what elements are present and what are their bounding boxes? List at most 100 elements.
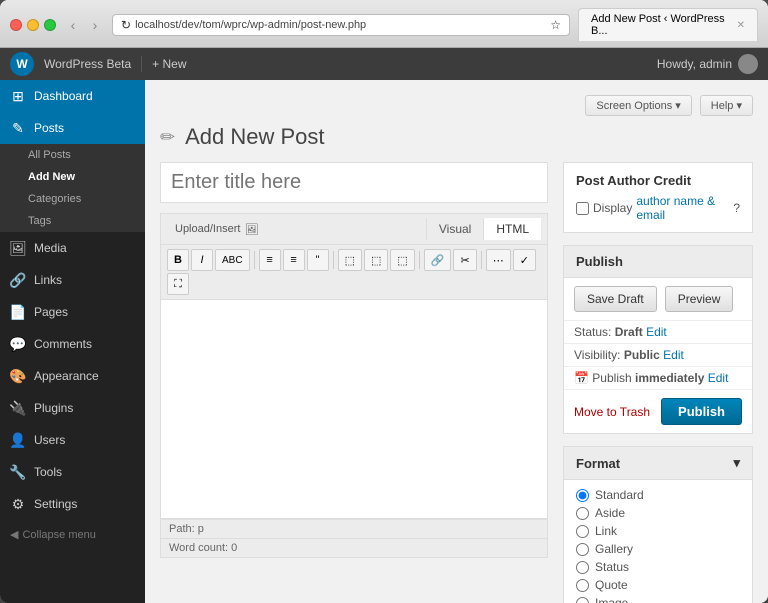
sidebar-item-label: Posts (34, 121, 64, 135)
format-body: Standard Aside Link (564, 480, 752, 603)
format-radio-gallery[interactable] (576, 543, 589, 556)
new-button[interactable]: + New (152, 57, 186, 71)
page-title-row: ✏ Add New Post (160, 124, 753, 150)
more-button[interactable]: ⋯ (486, 249, 511, 271)
site-name[interactable]: WordPress Beta (44, 57, 131, 71)
sidebar-item-links[interactable]: 🔗 Links (0, 264, 145, 296)
sidebar-item-label: Media (34, 241, 67, 255)
editor-area[interactable] (160, 299, 548, 519)
wp-logo[interactable]: W (10, 52, 34, 76)
tab-visual[interactable]: Visual (426, 218, 483, 240)
sidebar-item-plugins[interactable]: 🔌 Plugins (0, 392, 145, 424)
users-icon: 👤 (10, 432, 26, 448)
sidebar-item-label: Dashboard (34, 89, 93, 103)
format-option-gallery[interactable]: Gallery (576, 542, 740, 556)
back-button[interactable]: ‹ (64, 16, 82, 34)
strikethrough-button[interactable]: ABC (215, 249, 250, 271)
sidebar-item-comments[interactable]: 💬 Comments (0, 328, 145, 360)
forward-button[interactable]: › (86, 16, 104, 34)
wp-main: ⊞ Dashboard ✎ Posts All Posts Add New Ca… (0, 80, 768, 603)
collapse-menu[interactable]: ◀ Collapse menu (0, 520, 145, 549)
sidebar-item-label: Pages (34, 305, 68, 319)
media-icon: 🖼 (10, 240, 26, 256)
minimize-button[interactable] (27, 19, 39, 31)
format-radio-status[interactable] (576, 561, 589, 574)
italic-button[interactable]: I (191, 249, 213, 271)
fullscreen-button[interactable]: ⛶ (167, 273, 189, 295)
format-label-gallery: Gallery (595, 542, 633, 556)
tab-close-icon[interactable]: ✕ (737, 20, 745, 31)
format-option-image[interactable]: Image (576, 596, 740, 603)
sidebar-item-media[interactable]: 🖼 Media (0, 232, 145, 264)
format-label-quote: Quote (595, 578, 628, 592)
post-title-input[interactable] (160, 162, 548, 203)
upload-insert-button[interactable]: Upload/Insert 🖼 (167, 219, 266, 240)
url-display[interactable]: localhost/dev/tom/wprc/wp-admin/post-new… (135, 19, 546, 31)
link-button[interactable]: 🔗 (424, 249, 452, 271)
publish-actions: Save Draft Preview (564, 278, 752, 320)
submenu-all-posts[interactable]: All Posts (0, 144, 145, 166)
format-option-status[interactable]: Status (576, 560, 740, 574)
format-collapse-icon[interactable]: ▾ (733, 455, 740, 471)
editor-container: Upload/Insert 🖼 Visual HTML B I (160, 213, 548, 558)
address-bar[interactable]: ↻ localhost/dev/tom/wprc/wp-admin/post-n… (112, 14, 570, 36)
format-radio-quote[interactable] (576, 579, 589, 592)
maximize-button[interactable] (44, 19, 56, 31)
pages-icon: 📄 (10, 304, 26, 320)
sidebar-item-posts[interactable]: ✎ Posts (0, 112, 145, 144)
submenu-add-new[interactable]: Add New (0, 166, 145, 188)
screen-options-button[interactable]: Screen Options ▾ (585, 95, 691, 116)
toolbar-separator (254, 251, 255, 269)
side-column: Post Author Credit Display author name &… (563, 162, 753, 603)
format-option-quote[interactable]: Quote (576, 578, 740, 592)
sidebar-item-pages[interactable]: 📄 Pages (0, 296, 145, 328)
submenu-tags[interactable]: Tags (0, 210, 145, 232)
help-button[interactable]: Help ▾ (700, 95, 753, 116)
tab-html[interactable]: HTML (483, 218, 541, 240)
sidebar-item-label: Settings (34, 497, 77, 511)
format-option-aside[interactable]: Aside (576, 506, 740, 520)
save-draft-button[interactable]: Save Draft (574, 286, 657, 312)
align-center-button[interactable]: ⬚ (364, 249, 388, 271)
format-widget: Format ▾ Standard Aside (563, 446, 753, 603)
format-option-link[interactable]: Link (576, 524, 740, 538)
spellcheck-button[interactable]: ✓ (513, 249, 536, 271)
sidebar-item-appearance[interactable]: 🎨 Appearance (0, 360, 145, 392)
visibility-edit-link[interactable]: Edit (663, 348, 684, 362)
submenu-categories[interactable]: Categories (0, 188, 145, 210)
editor-tabs: Visual HTML (426, 218, 541, 240)
publish-time-edit-link[interactable]: Edit (708, 371, 729, 385)
sidebar-item-users[interactable]: 👤 Users (0, 424, 145, 456)
format-label-standard: Standard (595, 488, 644, 502)
bold-button[interactable]: B (167, 249, 189, 271)
pac-link[interactable]: author name & email (636, 194, 729, 222)
status-edit-link[interactable]: Edit (646, 325, 667, 339)
format-radio-aside[interactable] (576, 507, 589, 520)
status-value: Draft (615, 325, 643, 339)
sidebar-item-tools[interactable]: 🔧 Tools (0, 456, 145, 488)
publish-button[interactable]: Publish (661, 398, 742, 425)
editor-toolbar: Upload/Insert 🖼 Visual HTML B I (160, 213, 548, 299)
blockquote-button[interactable]: " (307, 249, 329, 271)
pac-checkbox[interactable] (576, 202, 589, 215)
move-to-trash-button[interactable]: Move to Trash (574, 405, 650, 419)
format-option-standard[interactable]: Standard (576, 488, 740, 502)
align-left-button[interactable]: ⬚ (338, 249, 362, 271)
close-button[interactable] (10, 19, 22, 31)
ul-button[interactable]: ≡ (259, 249, 281, 271)
preview-button[interactable]: Preview (665, 286, 734, 312)
format-radio-link[interactable] (576, 525, 589, 538)
publish-widget: Publish Save Draft Preview Status: Draft… (563, 245, 753, 434)
ol-button[interactable]: ≡ (283, 249, 305, 271)
format-radio-standard[interactable] (576, 489, 589, 502)
upload-insert-label: Upload/Insert (175, 223, 240, 235)
format-radio-image[interactable] (576, 597, 589, 603)
path-value: p (198, 523, 204, 535)
sidebar-item-label: Appearance (34, 369, 99, 383)
sidebar-item-dashboard[interactable]: ⊞ Dashboard (0, 80, 145, 112)
pac-suffix: ? (733, 201, 740, 215)
align-right-button[interactable]: ⬚ (390, 249, 414, 271)
browser-tab[interactable]: Add New Post ‹ WordPress B... ✕ (578, 8, 758, 41)
unlink-button[interactable]: ✂ (453, 249, 476, 271)
sidebar-item-settings[interactable]: ⚙ Settings (0, 488, 145, 520)
